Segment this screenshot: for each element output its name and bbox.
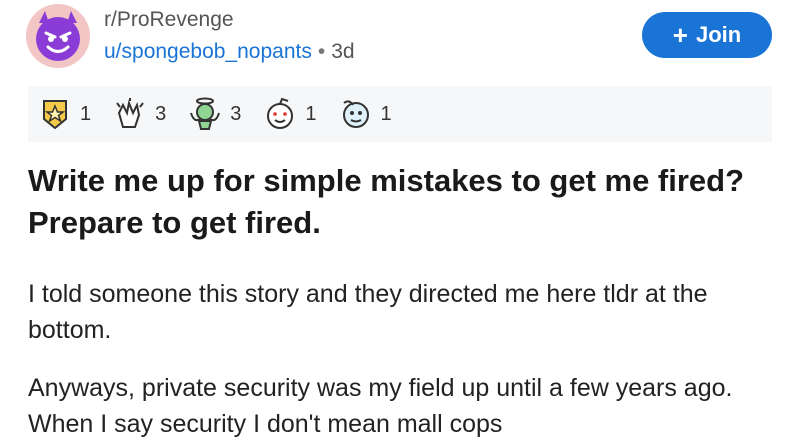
award-count: 1 xyxy=(80,102,92,125)
join-label: Join xyxy=(695,22,742,47)
meta-separator: • xyxy=(317,40,326,63)
clapping-award-icon xyxy=(116,98,144,128)
post-body-paragraph: I told someone this story and they direc… xyxy=(28,280,708,344)
award-count: 1 xyxy=(305,102,317,125)
subreddit-avatar[interactable] xyxy=(26,4,90,68)
post-meta: u/spongebob_nopants • 3d xyxy=(104,40,355,64)
awards-bar[interactable]: 1 3 3 1 1 xyxy=(28,86,772,142)
award-count: 3 xyxy=(230,102,242,125)
award-item[interactable]: 1 xyxy=(38,97,91,131)
award-item[interactable]: 3 xyxy=(188,97,241,131)
post-age: 3d xyxy=(331,40,355,63)
plus-icon: + xyxy=(672,20,688,50)
award-count: 3 xyxy=(155,102,167,125)
helpful-award-icon xyxy=(342,100,369,128)
username-link[interactable]: u/spongebob_nopants xyxy=(104,40,312,63)
wholesome-award-icon xyxy=(267,97,294,129)
devil-face-icon xyxy=(36,11,80,61)
award-item[interactable]: 1 xyxy=(263,97,317,131)
angel-award-icon xyxy=(190,97,221,130)
award-item[interactable]: 3 xyxy=(113,97,166,131)
post-body-paragraph: Anyways, private security was my field u… xyxy=(28,374,733,438)
post-title[interactable]: Write me up for simple mistakes to get m… xyxy=(28,160,772,244)
join-button[interactable]: + Join xyxy=(642,12,772,58)
award-item[interactable]: 1 xyxy=(339,97,392,131)
award-count: 1 xyxy=(380,102,392,125)
gold-award-icon xyxy=(43,100,67,130)
subreddit-name[interactable]: r/ProRevenge xyxy=(104,8,234,32)
